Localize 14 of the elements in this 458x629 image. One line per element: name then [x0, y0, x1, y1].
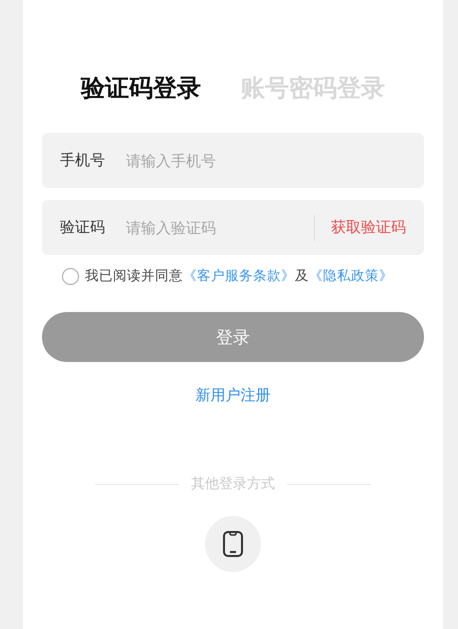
- input-field[interactable]: 手机号 请输入手机号: [42, 133, 424, 188]
- terms-link[interactable]: 《客户服务条款》: [183, 268, 295, 284]
- input-field[interactable]: 验证码 请输入验证码 获取验证码: [42, 200, 424, 255]
- field-label: 手机号: [60, 151, 106, 170]
- login-tab[interactable]: 验证码登录: [81, 72, 201, 104]
- get-code-button[interactable]: 获取验证码: [331, 218, 406, 237]
- register-link[interactable]: 新用户注册: [196, 386, 270, 405]
- phone-icon: [222, 530, 244, 558]
- agreement-radio[interactable]: [62, 268, 79, 284]
- field-label: 验证码: [60, 218, 106, 237]
- privacy-link[interactable]: 《隐私政策》: [309, 268, 393, 284]
- text-input[interactable]: 请输入验证码: [124, 218, 314, 238]
- agreement-text: 我已阅读并同意《客户服务条款》及《隐私政策》: [85, 267, 393, 285]
- text-input[interactable]: 请输入手机号: [124, 150, 406, 170]
